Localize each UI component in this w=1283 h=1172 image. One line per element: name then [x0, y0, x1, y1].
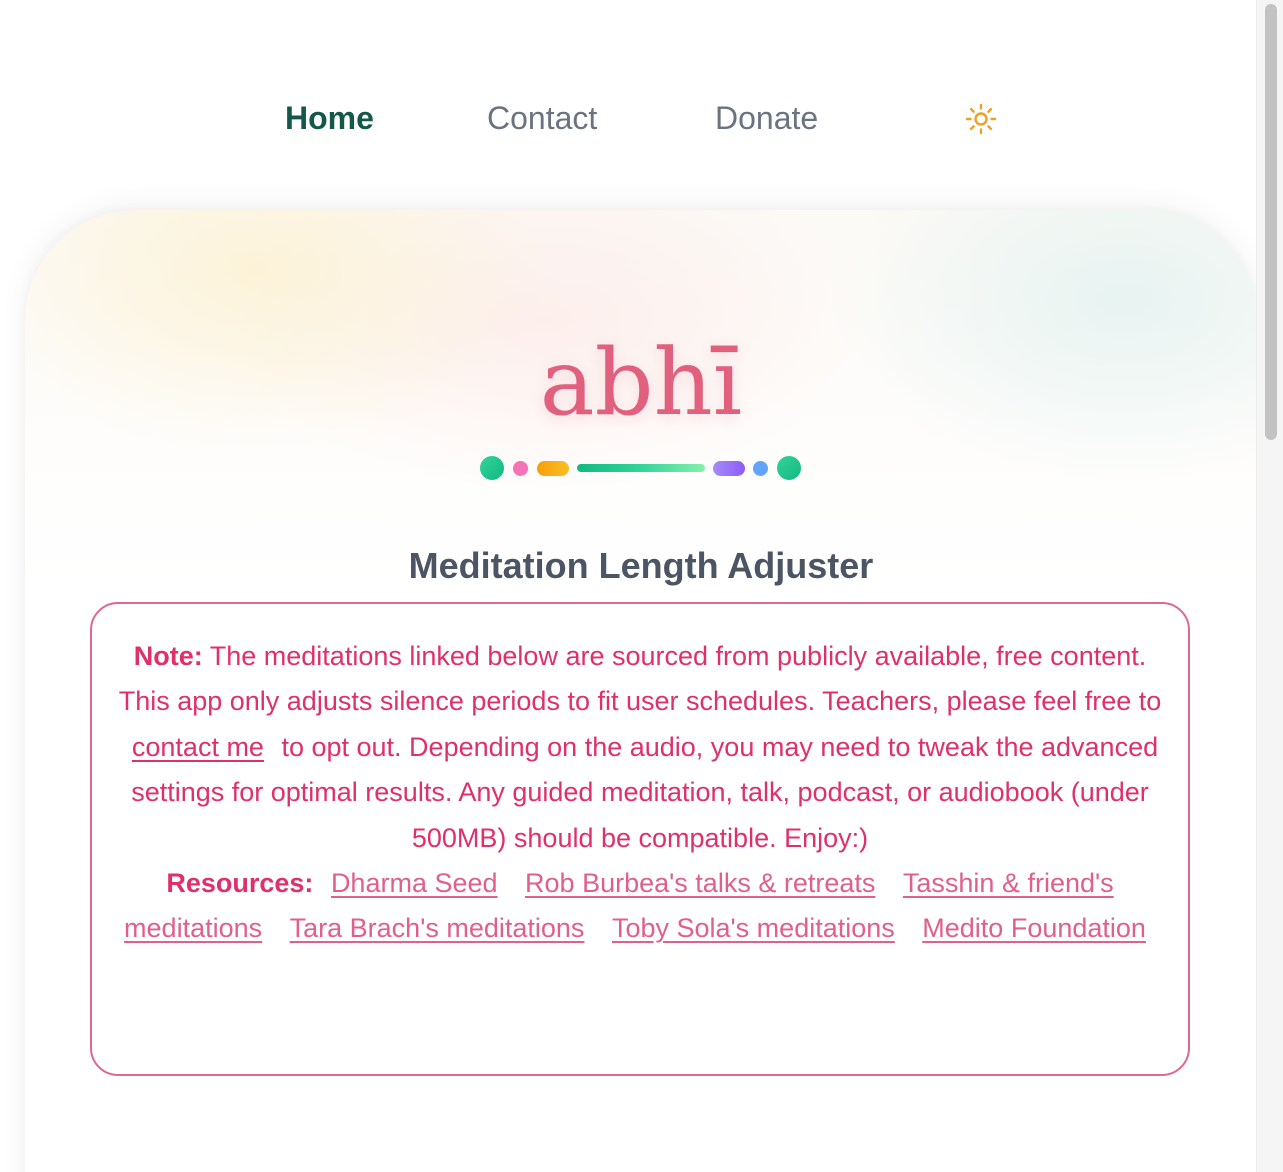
main-card: abhī Meditation Length Adjuster Note: Th… — [25, 210, 1257, 1172]
resource-link-toby-sola[interactable]: Toby Sola's meditations — [612, 913, 895, 943]
note-label: Note: — [133, 641, 203, 671]
nav-home-link[interactable]: Home — [285, 100, 374, 137]
resource-link-rob-burbea[interactable]: Rob Burbea's talks & retreats — [525, 868, 875, 898]
dot-blue — [753, 461, 768, 476]
scrollbar[interactable] — [1256, 0, 1283, 1172]
page: Home Contact Donate abhī Meditation Leng… — [0, 0, 1283, 1172]
dot-green-left — [480, 456, 504, 480]
note-paragraph: Note: The meditations linked below are s… — [118, 634, 1162, 861]
logo: abhī — [539, 329, 743, 436]
scrollbar-thumb[interactable] — [1265, 4, 1277, 440]
page-title: Meditation Length Adjuster — [408, 545, 874, 587]
dot-green-right — [777, 456, 801, 480]
pill-purple — [713, 461, 745, 476]
resource-link-medito[interactable]: Medito Foundation — [922, 913, 1146, 943]
pill-orange — [537, 461, 569, 476]
resource-link-dharma-seed[interactable]: Dharma Seed — [331, 868, 498, 898]
contact-me-link[interactable]: contact me — [132, 732, 264, 762]
note-box: Note: The meditations linked below are s… — [90, 602, 1190, 1076]
nav-donate-link[interactable]: Donate — [715, 100, 818, 137]
bar-green — [577, 464, 705, 472]
resources-list: Resources: Dharma Seed Rob Burbea's talk… — [118, 861, 1162, 952]
top-nav: Home Contact Donate — [0, 96, 1260, 146]
sun-icon — [965, 103, 997, 135]
note-text-after: to opt out. Depending on the audio, you … — [131, 731, 1159, 853]
note-text-before: The meditations linked below are sourced… — [118, 641, 1162, 717]
decorative-dots — [480, 456, 810, 482]
nav-contact-link[interactable]: Contact — [487, 100, 597, 137]
resource-link-tara-brach[interactable]: Tara Brach's meditations — [290, 913, 585, 943]
resources-label: Resources: — [166, 868, 314, 899]
dot-pink — [513, 461, 528, 476]
theme-toggle-button[interactable] — [962, 98, 1000, 140]
